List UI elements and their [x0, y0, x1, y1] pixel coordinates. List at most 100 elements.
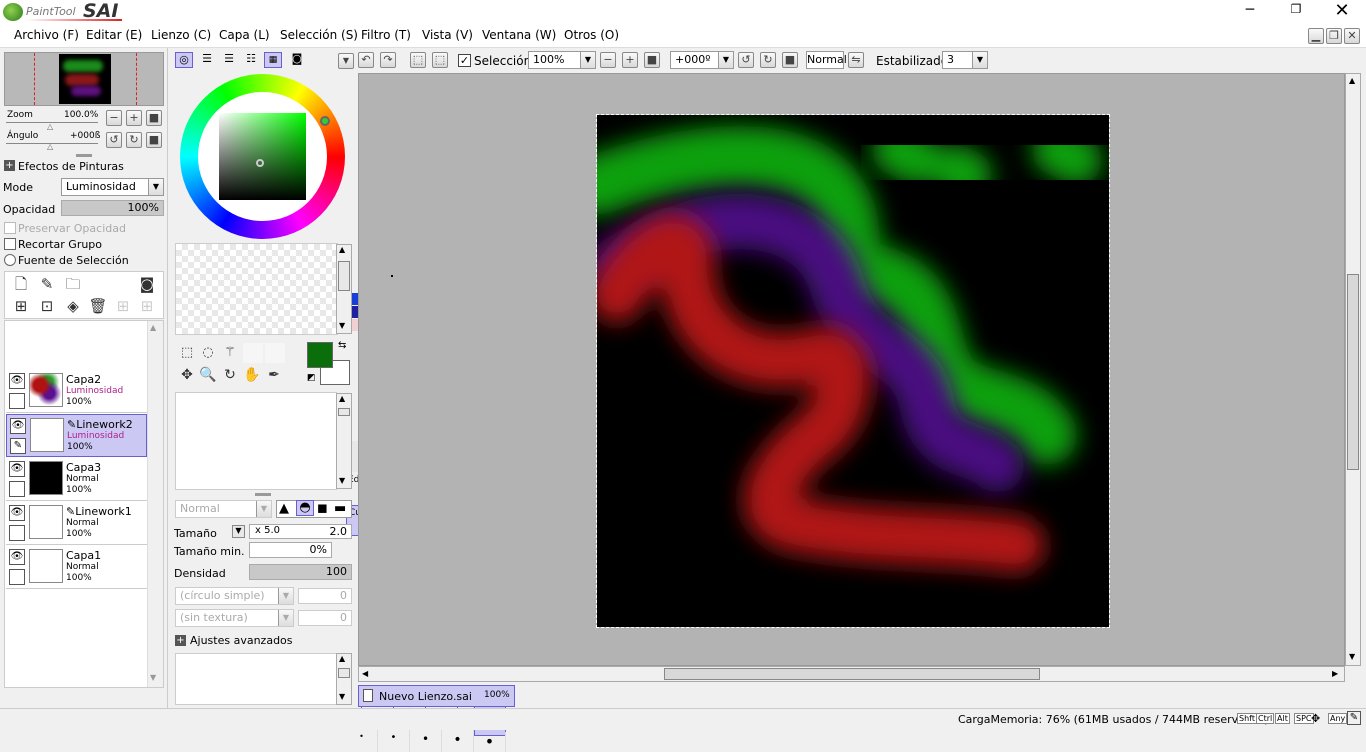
zoom-icon[interactable]: 🔍	[198, 365, 218, 385]
mixer-tab[interactable]: ☷	[242, 52, 260, 68]
rotate-left-button[interactable]: ↺	[106, 132, 122, 148]
eyedropper-icon[interactable]: ✒	[264, 365, 284, 385]
zoom-out-button[interactable]: −	[106, 110, 122, 126]
layer-list-scrollbar[interactable]: ▲ ▼	[147, 321, 163, 687]
size-dropdown-button[interactable]: ▼	[232, 525, 245, 538]
redo-button[interactable]: ↷	[380, 52, 396, 68]
toolbar-zoom-in-button[interactable]: +	[622, 52, 638, 68]
canvas-vertical-scrollbar[interactable]: ▲ ▼	[1345, 73, 1361, 666]
size-field[interactable]: x 5.0 2.0	[249, 524, 352, 539]
zoom-in-button[interactable]: +	[126, 110, 142, 126]
lasso-icon[interactable]: ◌	[198, 343, 218, 363]
navigator-preview[interactable]	[4, 52, 164, 106]
rotate-reset-button[interactable]: ■	[146, 132, 162, 148]
swap-colors-icon[interactable]: ⇆	[338, 340, 346, 351]
menu-otros[interactable]: Otros (O)	[564, 28, 619, 42]
layer-row[interactable]: 👁 Capa2 Luminosidad 100%	[6, 370, 147, 413]
rect-select-icon[interactable]: ⬚	[177, 343, 197, 363]
menu-lienzo[interactable]: Lienzo (C)	[151, 28, 211, 42]
toolbar-rotate-right-button[interactable]: ↻	[760, 52, 776, 68]
brush-size-preset-row2[interactable]: •	[442, 732, 474, 752]
brush-blend-select[interactable]: Normal ▼	[175, 500, 272, 518]
brush-size-preset-row2[interactable]: •	[378, 732, 410, 752]
rgb-slider-tab[interactable]: ☰	[198, 52, 216, 68]
close-window-button[interactable]: ✕	[1328, 0, 1356, 22]
toolbar-zoom-out-button[interactable]: −	[600, 52, 616, 68]
zoom-reset-button[interactable]: ■	[146, 110, 162, 126]
visibility-eye-icon[interactable]: 👁	[10, 418, 26, 434]
layer-lock-toggle[interactable]	[9, 569, 25, 585]
swatches-tab[interactable]: ▦	[264, 52, 282, 68]
mask-icon[interactable]: ◙	[137, 274, 157, 294]
menu-ventana[interactable]: Ventana (W)	[482, 28, 556, 42]
canvas-vscroll-thumb[interactable]	[1347, 274, 1359, 470]
layer-lock-toggle[interactable]: ✎	[10, 438, 26, 454]
min-size-bar[interactable]: 0%	[249, 542, 332, 558]
expand-advanced-icon[interactable]: +	[175, 635, 186, 646]
magic-wand-icon[interactable]: ⚚	[220, 343, 240, 363]
minimize-window-button[interactable]: ─	[1236, 2, 1264, 22]
panel-grip[interactable]	[76, 154, 92, 157]
size-presets-scrollbar[interactable]: ▲ ▼	[336, 653, 352, 705]
brush-shape-sharp-icon[interactable]: ▲	[279, 501, 289, 516]
clip-group-checkbox[interactable]	[4, 238, 16, 250]
reset-colors-icon[interactable]: ◩	[307, 373, 316, 383]
canvas[interactable]	[596, 114, 1110, 628]
layer-row[interactable]: 👁 ✎Linework1 Normal 100%	[6, 502, 147, 545]
shape-strength-bar[interactable]: 0	[298, 588, 352, 604]
menu-editar[interactable]: Editar (E)	[86, 28, 142, 42]
zoom-select[interactable]: 100% ▼	[528, 51, 596, 69]
preserve-opacity-checkbox[interactable]	[4, 222, 16, 234]
layer-row[interactable]: 👁 Capa3 Normal 100%	[6, 458, 147, 501]
hsv-slider-tab[interactable]: ☰	[220, 52, 238, 68]
visibility-eye-icon[interactable]: 👁	[9, 549, 25, 565]
toolbar-zoom-reset-button[interactable]: ■	[644, 52, 660, 68]
sv-cursor[interactable]	[256, 159, 264, 167]
layer-row[interactable]: 👁 ✎ ✎Linework2 Luminosidad 100%	[6, 414, 147, 457]
delete-layer-icon[interactable]: 🗑	[88, 296, 108, 316]
swatch-scrollbar[interactable]: ▲ ▼	[336, 244, 352, 334]
texture-select[interactable]: (sin textura) ▼	[175, 609, 294, 627]
mdi-minimize-button[interactable]: ▁	[1308, 28, 1324, 44]
move-icon[interactable]: ✥	[177, 365, 197, 385]
hand-icon[interactable]: ✋	[242, 365, 262, 385]
transfer-down-icon[interactable]: ⊞	[11, 296, 31, 316]
undo-button[interactable]: ↶	[358, 52, 374, 68]
deselect-button[interactable]: ⬚	[410, 52, 426, 68]
layer-mode-select[interactable]: Luminosidad ▼	[61, 178, 164, 196]
canvas-hscroll-thumb[interactable]	[664, 668, 1040, 680]
menu-seleccion[interactable]: Selección (S)	[280, 28, 358, 42]
layer-lock-toggle[interactable]	[9, 525, 25, 541]
canvas-horizontal-scrollbar[interactable]: ◀ ▶	[358, 666, 1345, 682]
density-bar[interactable]: 100	[249, 564, 352, 580]
brush-shape-flat-icon[interactable]: ◼	[317, 501, 328, 516]
toolbar-rotate-reset-button[interactable]: ■	[782, 52, 798, 68]
canvas-viewport[interactable]	[358, 73, 1345, 666]
layer-lock-toggle[interactable]	[9, 393, 25, 409]
tool-panel-grip[interactable]	[255, 493, 271, 496]
layer-lock-toggle[interactable]	[9, 481, 25, 497]
brush-shape-square-icon[interactable]: ▬	[334, 501, 346, 516]
visibility-eye-icon[interactable]: 👁	[9, 505, 25, 521]
expand-effects-icon[interactable]: +	[4, 160, 15, 171]
new-linework-layer-icon[interactable]: ✎	[37, 274, 57, 294]
show-selection-checkbox[interactable]: ✓	[458, 54, 471, 67]
flip-horizontal-button[interactable]: ⇋	[848, 52, 864, 68]
layer-opacity-bar[interactable]: 100%	[61, 200, 164, 216]
scratchpad-tab[interactable]: ◙	[288, 52, 306, 68]
merge-down-icon[interactable]: ⊡	[37, 296, 57, 316]
primary-color[interactable]	[307, 342, 333, 368]
panel-menu-button[interactable]: ▼	[338, 53, 354, 69]
brush-size-preset-row2[interactable]: •	[474, 732, 506, 752]
hue-cursor[interactable]	[320, 116, 330, 126]
saturation-value-square[interactable]	[219, 113, 306, 200]
rotate-right-button[interactable]: ↻	[126, 132, 142, 148]
brush-shape-select[interactable]: (círculo simple) ▼	[175, 587, 294, 605]
mdi-close-button[interactable]: ✕	[1344, 28, 1360, 44]
view-blend-select[interactable]: Normal	[806, 51, 847, 69]
selection-source-radio[interactable]	[4, 254, 16, 266]
restore-window-button[interactable]: ❐	[1282, 2, 1310, 22]
color-wheel-tab[interactable]: ◎	[175, 52, 193, 68]
layer-row[interactable]: 👁 Capa1 Normal 100%	[6, 546, 147, 589]
new-layer-icon[interactable]: 🗋	[11, 274, 31, 294]
